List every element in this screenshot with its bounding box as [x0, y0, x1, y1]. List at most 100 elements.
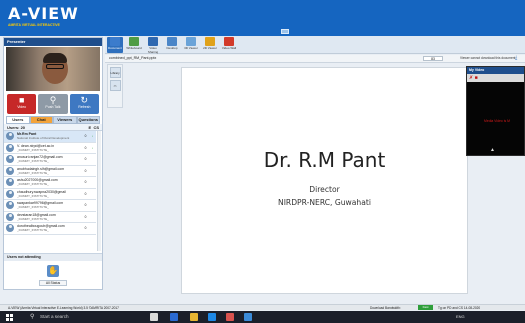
list-item[interactable]: Mr.Rm Pant National Institute of Rural De…	[4, 131, 96, 143]
taskbar-search[interactable]: Start a search	[40, 314, 69, 319]
task-view-icon[interactable]	[150, 313, 158, 321]
tool-label: 2D Viewer	[203, 46, 217, 50]
header-indicator[interactable]	[281, 29, 289, 34]
language-indicator[interactable]: ENG	[456, 314, 465, 319]
refresh-icon: ↻	[80, 95, 89, 105]
user-org: National Institute of Rural Development	[17, 136, 70, 141]
desktop-tool-button[interactable]: Desktop	[164, 37, 180, 50]
user-e-value: 0	[84, 191, 87, 196]
left-panel: Presenter ■ Video ⚲ Push Talk ↻ Refresh …	[3, 37, 103, 290]
presenter-hair	[43, 53, 67, 63]
library-button[interactable]: Library	[109, 67, 121, 78]
a-view-window: A-VIEW AMRITA VIRTUAL INTERACTIVE Presen…	[0, 0, 525, 323]
a-view-app-icon[interactable]	[244, 313, 252, 321]
list-item[interactable]: swapankar99796@gmail.com _DUMMY_INSTITUTE…	[4, 200, 96, 212]
user-org: _DUMMY_INSTITUTE_	[17, 147, 49, 152]
user-org: _DUMMY_INSTITUTE_	[17, 182, 49, 187]
lower-hand-button[interactable]: ✋	[47, 265, 59, 277]
presenter-video	[6, 47, 100, 91]
user-e-value: 0	[84, 214, 87, 219]
video-label: Video	[17, 105, 27, 109]
tab-users[interactable]: Users	[6, 116, 30, 124]
tool-label: Desktop	[166, 46, 178, 50]
copyright-text: A-VIEW (Amrita Virtual Interactive E-Lea…	[8, 306, 119, 310]
refresh-label: Refresh	[78, 105, 91, 109]
list-item[interactable]: anusuri.ranjan72@gmail.com _DUMMY_INSTITU…	[4, 154, 96, 166]
store-icon[interactable]	[208, 313, 216, 321]
presenter-glasses	[46, 64, 64, 69]
document-tool-button[interactable]: Document	[107, 37, 123, 53]
2d-viewer-tool-button[interactable]: 2D Viewer	[202, 37, 218, 50]
logo-tagline: AMRITA VIRTUAL INTERACTIVE	[8, 23, 60, 27]
bandwidth-badge: Fast	[418, 305, 433, 310]
col-cs-header: CS	[93, 125, 99, 130]
desktop-icon	[167, 37, 177, 46]
slide-thumbnail-button[interactable]: ▭	[109, 80, 121, 91]
file-explorer-icon[interactable]	[190, 313, 198, 321]
my-video-window[interactable]: My Video ✗ ■ Media Video is M ▲	[466, 66, 525, 156]
slide-title: Dr. R.M Pant	[263, 148, 386, 172]
collapse-icon[interactable]: ▲	[490, 147, 495, 153]
document-icon	[110, 37, 120, 46]
users-scrollbar[interactable]	[97, 131, 101, 251]
avatar	[6, 132, 14, 141]
list-item[interactable]: V. dean.nirpd@cet.ac.in _DUMMY_INSTITUTE_…	[4, 143, 96, 154]
list-item[interactable]: chaudhury.swapna2030@gmail _DUMMY_INSTITU…	[4, 189, 96, 200]
mail-icon[interactable]	[226, 313, 234, 321]
users-list[interactable]: Mr.Rm Pant National Institute of Rural De…	[4, 131, 102, 253]
slide-line-1: Director	[309, 185, 340, 194]
status-bar: A-VIEW (Amrita Virtual Interactive E-Lea…	[0, 304, 525, 310]
microphone-icon: ⚲	[49, 95, 57, 105]
tool-label: 3D Viewer	[184, 46, 198, 50]
panel-tabs: Users Chat Viewers Questions	[6, 116, 100, 124]
camera-icon[interactable]: ■	[475, 75, 478, 81]
list-item[interactable]: devstaran18@gmail.com _DUMMY_INSTITUTE_ 0	[4, 212, 96, 223]
video-sharing-icon	[148, 37, 158, 46]
user-org: _DUMMY_INSTITUTE_	[17, 216, 49, 221]
col-e-header: E	[88, 125, 92, 130]
user-cs-value[interactable]: ↓	[89, 134, 96, 138]
tab-questions[interactable]: Questions	[76, 116, 100, 124]
tab-viewers[interactable]: Viewers	[53, 116, 77, 124]
whiteboard-tool-button[interactable]: Whiteboard	[126, 37, 142, 50]
user-org: _DUMMY_INSTITUTE_	[17, 170, 49, 175]
windows-taskbar: ⚲ Start a search ENG	[0, 311, 525, 323]
user-org: _DUMMY_INSTITUTE_	[17, 159, 49, 164]
push-talk-button[interactable]: ⚲ Push Talk	[38, 94, 68, 114]
user-e-value: 0	[84, 145, 87, 150]
document-name[interactable]: combined_ppt_RM_Pant.pptx	[109, 56, 156, 60]
video-icon: ■	[18, 95, 25, 105]
avatar	[6, 155, 14, 164]
list-item[interactable]: ashu2027000@gmail.com _DUMMY_INSTITUTE_ 0	[4, 177, 96, 189]
edge-icon[interactable]	[170, 313, 178, 321]
all-status-filter[interactable]: All Status	[39, 280, 67, 286]
presentation-slide: Dr. R.M Pant Director NIRDPR-NERC, Guwah…	[181, 67, 468, 294]
video-button[interactable]: ■ Video	[7, 94, 37, 114]
list-item[interactable]: anubhudaingh.slh@gmail.com _DUMMY_INSTITU…	[4, 166, 96, 177]
video-sharing-tool-button[interactable]: Video Sharing	[145, 37, 161, 54]
user-org: _DUMMY_INSTITUTE_	[17, 228, 49, 233]
mic-off-icon[interactable]: ✗	[469, 75, 473, 81]
search-icon[interactable]: ⚲	[30, 313, 34, 320]
bandwidth-label: Download Bandwidth:	[370, 306, 401, 310]
windows-start-icon[interactable]	[6, 314, 13, 321]
media-controls: ■ Video ⚲ Push Talk ↻ Refresh	[4, 92, 102, 116]
tab-chat[interactable]: Chat	[29, 116, 53, 124]
video-wall-icon	[224, 37, 234, 46]
tool-label: Video Sharing	[147, 46, 159, 54]
download-note: Viewer cannot download this document	[460, 56, 516, 60]
download-icon[interactable]: ⤓	[515, 55, 517, 61]
users-count: Users: 20	[7, 125, 26, 130]
user-cs-value[interactable]: ↓	[89, 146, 96, 150]
avatar	[6, 166, 14, 175]
module-toolbar: Document Whiteboard Video Sharing Deskto…	[105, 36, 525, 54]
3d-viewer-tool-button[interactable]: 3D Viewer	[183, 37, 199, 50]
avatar	[6, 189, 14, 198]
refresh-button[interactable]: ↻ Refresh	[69, 94, 99, 114]
users-not-attending-header[interactable]: Users not attending	[4, 253, 102, 261]
video-wall-tool-button[interactable]: Video Wall	[221, 37, 237, 50]
whiteboard-icon	[129, 37, 139, 46]
list-item[interactable]: dorothealbougouh@gmail.com _DUMMY_INSTITU…	[4, 223, 96, 235]
page-number-input[interactable]: 83	[423, 56, 443, 61]
tool-label: Video Wall	[221, 46, 237, 50]
